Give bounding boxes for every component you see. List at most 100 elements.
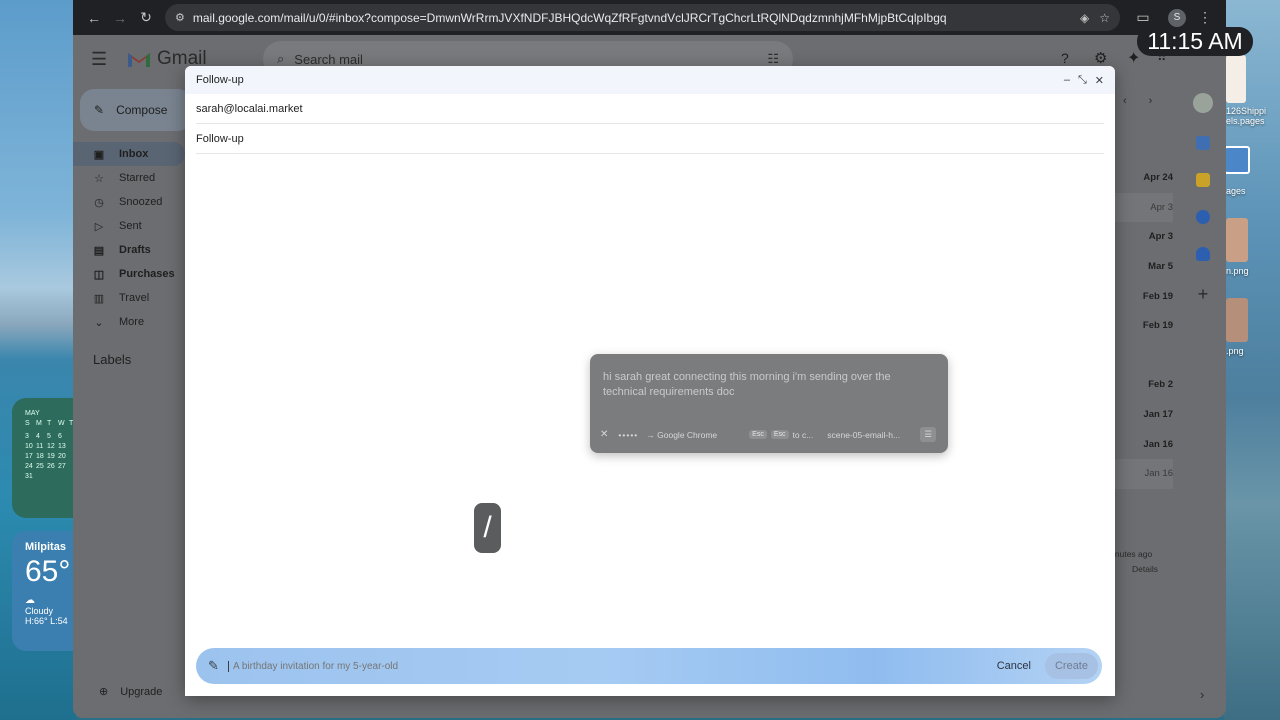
message-date[interactable]: Jan 16 [1113,458,1173,489]
desktop-photo-thumbnail[interactable] [1226,218,1248,262]
dictation-popup[interactable]: hi sarah great connecting this morning i… [590,354,948,453]
calendar-day [36,473,47,480]
extension-icon[interactable]: ◈ [1080,11,1089,25]
url-text: mail.google.com/mail/u/0/#inbox?compose=… [192,10,947,25]
help-me-write-bar: ✎ Cancel Create [196,648,1102,684]
message-date[interactable]: Feb 2 [1113,370,1173,400]
escape-key-badge: Esc [770,430,789,439]
back-icon[interactable]: ← [81,5,107,31]
address-bar[interactable]: ⚙ mail.google.com/mail/u/0/#inbox?compos… [165,4,1120,31]
last-activity-text: inutes ago [1113,549,1153,559]
tasks-app-icon[interactable] [1196,210,1210,224]
message-date[interactable]: Feb 19 [1113,311,1173,341]
sidebar-item-starred[interactable]: ☆ Starred [73,166,185,190]
create-button[interactable]: Create [1044,653,1098,679]
clock-overlay: 11:15 AM [1137,27,1253,56]
options-icon[interactable]: ☰ [920,427,936,442]
help-icon[interactable]: ? [1061,50,1069,66]
calendar-day [58,473,69,480]
sidebar-item-label: More [119,316,145,328]
site-settings-icon[interactable]: ⚙ [175,11,185,24]
search-filters-icon[interactable]: ☷ [767,51,779,67]
chevron-down-icon: ⌄ [94,316,104,329]
account-avatar[interactable] [1193,93,1213,113]
sidebar-item-purchases[interactable]: ◫ Purchases [73,262,185,286]
calendar-weekday: T [47,420,52,427]
calendar-grid: S M T W T 3 4 5 6 10 11 12 13 17 18 19 20 24 25 26 27 31 [25,420,76,480]
sidebar-item-inbox[interactable]: ▣ Inbox [73,142,185,166]
help-me-write-input[interactable] [228,660,983,672]
desktop-file-label[interactable]: n.png [1226,266,1249,276]
sidebar-item-label: Drafts [119,244,151,256]
main-menu-icon[interactable]: ☰ [91,49,111,70]
next-page-icon[interactable]: › [1149,95,1153,107]
calendar-app-icon[interactable] [1196,136,1210,150]
draft-icon: ▤ [93,244,105,257]
desktop-file-label[interactable]: 126Shippi els.pages [1226,106,1266,126]
recipients-field[interactable]: sarah@localai.market [196,94,1104,124]
calendar-widget[interactable]: MAY S M T W T 3 4 5 6 10 11 12 13 17 18 19 20 24 25 26 27 31 [12,398,76,518]
reload-icon[interactable]: ↻ [133,5,159,31]
desktop-photo-thumbnail[interactable] [1226,298,1248,342]
forward-icon[interactable]: → [107,5,133,31]
recipient-address: sarah@localai.market [196,102,303,115]
profile-avatar[interactable]: S [1168,8,1186,27]
cancel-button[interactable]: Cancel [983,660,1045,672]
keep-app-icon[interactable] [1196,173,1210,187]
sidebar-item-label: Snoozed [119,196,163,208]
contacts-app-icon[interactable] [1196,247,1210,261]
add-app-icon[interactable]: + [1198,284,1209,305]
desktop-file-label[interactable]: ages [1226,186,1246,196]
message-date[interactable]: Apr 3 [1113,192,1173,223]
sidebar-item-more[interactable]: ⌄ More [73,310,185,334]
close-icon[interactable]: ✕ [600,429,608,440]
calendar-day: 3 [25,433,29,440]
weather-city: Milpitas [25,541,66,553]
search-placeholder: Search mail [294,51,363,67]
bag-icon: ◫ [93,268,105,281]
expand-panel-icon[interactable]: › [1200,687,1204,702]
weather-hi-lo: H:66° L:54 [25,616,68,626]
desktop-file-label[interactable]: .png [1226,346,1244,356]
luggage-icon: ▥ [93,292,105,305]
calendar-day: 12 [47,443,55,450]
subject-field[interactable]: Follow-up [196,124,1104,154]
sidebar-item-travel[interactable]: ▥ Travel [73,286,185,310]
desktop-file-thumbnail[interactable] [1224,146,1250,174]
sidebar-item-snoozed[interactable]: ◷ Snoozed [73,190,185,214]
target-app-label: → Google Chrome [646,429,718,440]
message-date[interactable]: Apr 24 [1113,163,1173,193]
key-hint-text: to c... [792,429,814,440]
message-date[interactable]: Feb 19 [1113,281,1173,311]
gmail-m-icon [128,53,150,67]
browser-toolbar: ← → ↻ ⚙ mail.google.com/mail/u/0/#inbox?… [73,0,1226,35]
message-date[interactable]: Jan 16 [1113,429,1173,459]
message-date[interactable]: Mar 5 [1113,252,1173,282]
compose-button[interactable]: ✎ Compose [80,89,192,131]
settings-gear-icon[interactable]: ⚙ [1094,49,1107,67]
dictation-transcript: hi sarah great connecting this morning i… [603,371,891,398]
cloud-icon: ☁ [25,595,35,606]
search-icon[interactable]: ⌕ [277,51,284,67]
weather-widget[interactable]: Milpitas 65° ☁ Cloudy H:66° L:54 [12,531,76,651]
gemini-sparkle-icon[interactable]: ✦ [1127,48,1140,68]
close-icon[interactable]: ✕ [1095,74,1104,87]
subject-text: Follow-up [196,132,244,145]
desktop-file-thumbnail[interactable] [1226,55,1246,103]
bookmark-star-icon[interactable]: ☆ [1099,11,1110,25]
message-date[interactable]: Jan 17 [1113,400,1173,430]
sidebar-item-drafts[interactable]: ▤ Drafts [73,238,185,262]
sidebar-item-sent[interactable]: ▷ Sent [73,214,185,238]
minimize-icon[interactable]: – [1064,74,1070,87]
message-date[interactable] [1113,341,1173,371]
previous-page-icon[interactable]: ‹ [1123,95,1127,107]
upgrade-button[interactable]: ⊕ Upgrade [99,685,162,699]
sidebar-item-label: Sent [119,220,142,232]
full-screen-icon[interactable]: ⤡ [1078,74,1087,87]
details-link[interactable]: Details [1132,564,1158,574]
compose-header[interactable]: Follow-up – ⤡ ✕ [185,66,1115,94]
dictation-footer: ✕ ••••• → Google Chrome Esc Esc to c... … [600,427,936,442]
escape-key-badge: Esc [749,430,767,439]
calendar-day [47,473,58,480]
message-date[interactable]: Apr 3 [1113,222,1173,252]
